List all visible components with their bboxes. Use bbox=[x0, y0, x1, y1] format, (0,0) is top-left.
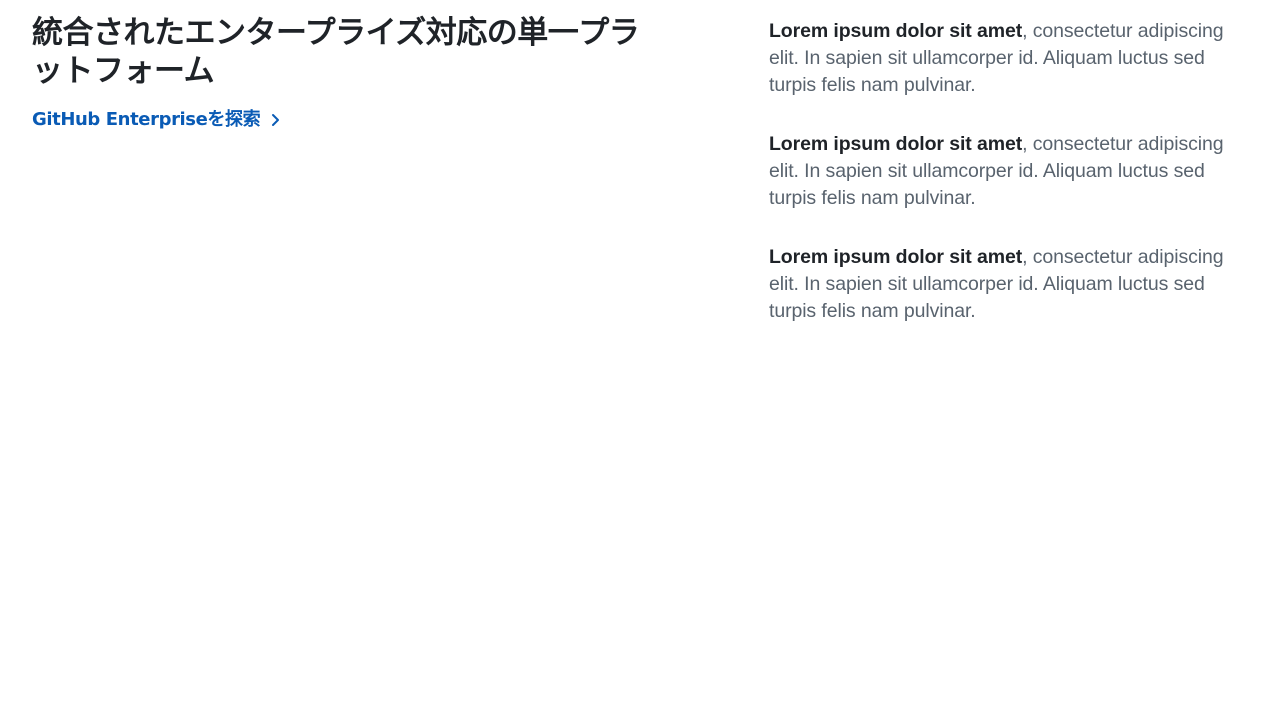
hero-headline: 統合されたエンタープライズ対応の単一プラットフォーム bbox=[32, 15, 640, 89]
feature-list: Lorem ipsum dolor sit amet, consectetur … bbox=[769, 18, 1249, 357]
feature-item: Lorem ipsum dolor sit amet, consectetur … bbox=[769, 244, 1249, 325]
feature-title: Lorem ipsum dolor sit amet bbox=[769, 246, 1023, 268]
hero-section: 統合されたエンタープライズ対応の単一プラットフォーム GitHub Enterp… bbox=[32, 14, 652, 132]
chevron-right-icon bbox=[272, 114, 280, 126]
explore-enterprise-link[interactable]: GitHub Enterpriseを探索 bbox=[32, 108, 282, 132]
feature-item: Lorem ipsum dolor sit amet, consectetur … bbox=[769, 18, 1249, 99]
explore-enterprise-label: GitHub Enterpriseを探索 bbox=[32, 109, 261, 130]
feature-item: Lorem ipsum dolor sit amet, consectetur … bbox=[769, 131, 1249, 212]
feature-title: Lorem ipsum dolor sit amet bbox=[769, 20, 1023, 42]
feature-title: Lorem ipsum dolor sit amet bbox=[769, 133, 1023, 155]
